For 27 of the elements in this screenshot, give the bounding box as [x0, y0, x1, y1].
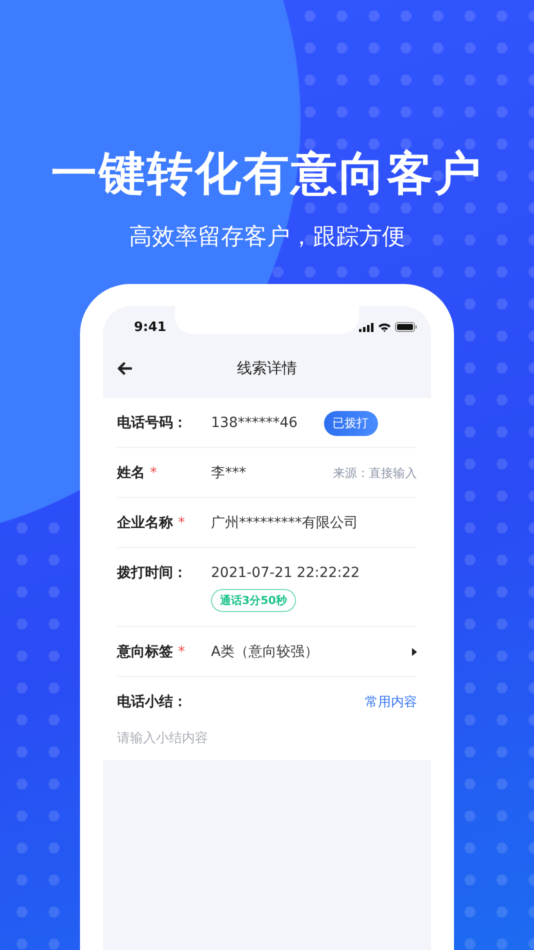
common-content-link[interactable]: 常用内容 [365, 693, 417, 711]
field-value: 广州*********有限公司 [211, 514, 358, 532]
field-label: 姓名 [117, 464, 145, 482]
headline: 一键转化有意向客户 [51, 145, 483, 202]
subheadline: 高效率留存客户，跟踪方便 [129, 223, 405, 252]
caret-icon[interactable] [412, 648, 417, 656]
field-value: 138******46 [211, 415, 298, 431]
wifi-icon [378, 322, 391, 332]
field-label: 企业名称 [117, 514, 173, 532]
back-arrow-icon[interactable] [117, 362, 132, 374]
call-duration-tag: 通话3分50秒 [211, 589, 296, 612]
field-label: 电话号码： [117, 414, 187, 432]
source-note: 来源：直接输入 [333, 464, 417, 482]
field-label: 电话小结： [117, 693, 187, 711]
field-value: 李*** [211, 464, 246, 482]
status-time: 9:41 [134, 320, 166, 334]
field-label: 拨打时间： [117, 564, 187, 582]
battery-icon [395, 322, 417, 332]
required-mark: * [150, 465, 157, 481]
signal-icon [359, 322, 374, 332]
required-mark: * [178, 644, 185, 660]
page-title: 线索详情 [237, 358, 297, 378]
dialed-badge: 已拨打 [324, 410, 378, 436]
field-value: A类（意向较强） [211, 643, 319, 661]
field-value: 2021-07-21 22:22:22 [211, 565, 360, 581]
required-mark: * [178, 515, 185, 531]
field-label: 意向标签 [117, 643, 173, 661]
